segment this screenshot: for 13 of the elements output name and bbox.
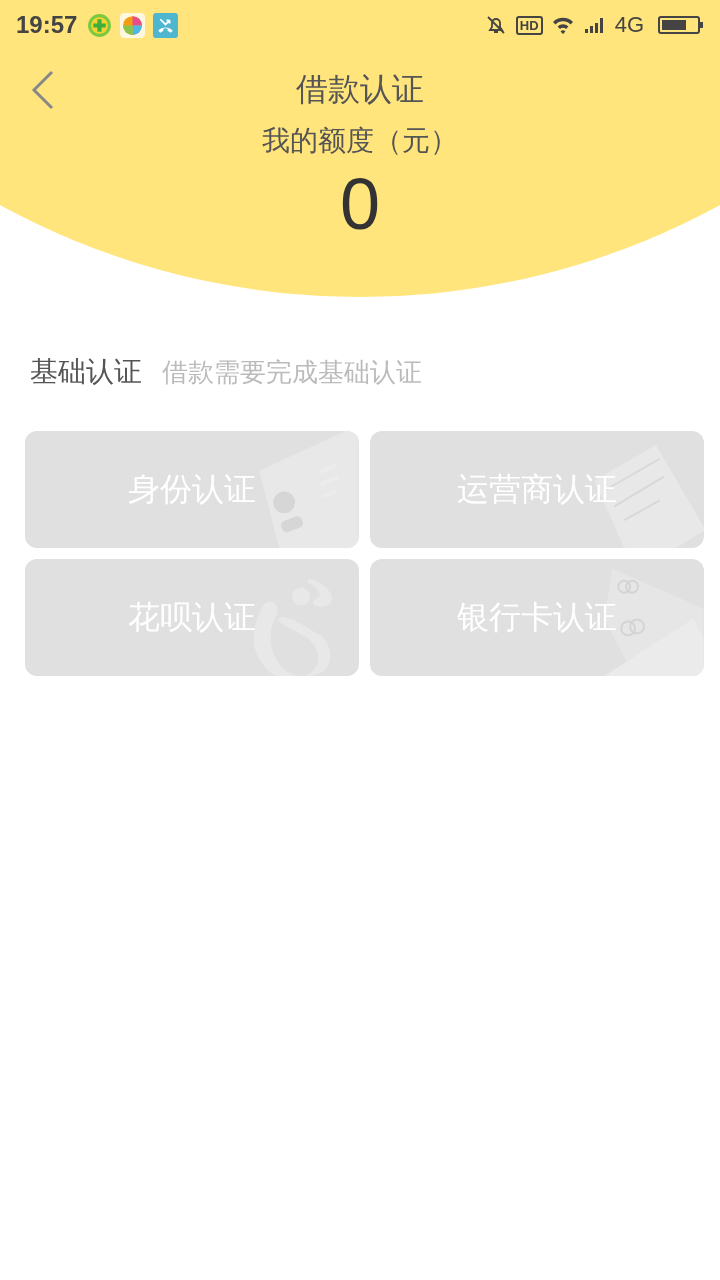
- hd-badge: HD: [515, 15, 543, 35]
- page-title: 借款认证: [296, 69, 424, 110]
- id-card-icon: [259, 431, 359, 548]
- quota-amount: 0: [338, 164, 381, 244]
- battery-icon: [658, 15, 704, 35]
- quota-label: 我的额度（元）: [261, 123, 459, 159]
- status-time: 19:57: [16, 11, 78, 39]
- section-title: 基础认证: [30, 354, 142, 390]
- plus-app-icon: [87, 12, 113, 38]
- phone-app-icon: [153, 12, 179, 38]
- back-icon[interactable]: [30, 70, 54, 110]
- network-type: 4G: [614, 12, 644, 38]
- section-hint: 借款需要完成基础认证: [162, 356, 422, 389]
